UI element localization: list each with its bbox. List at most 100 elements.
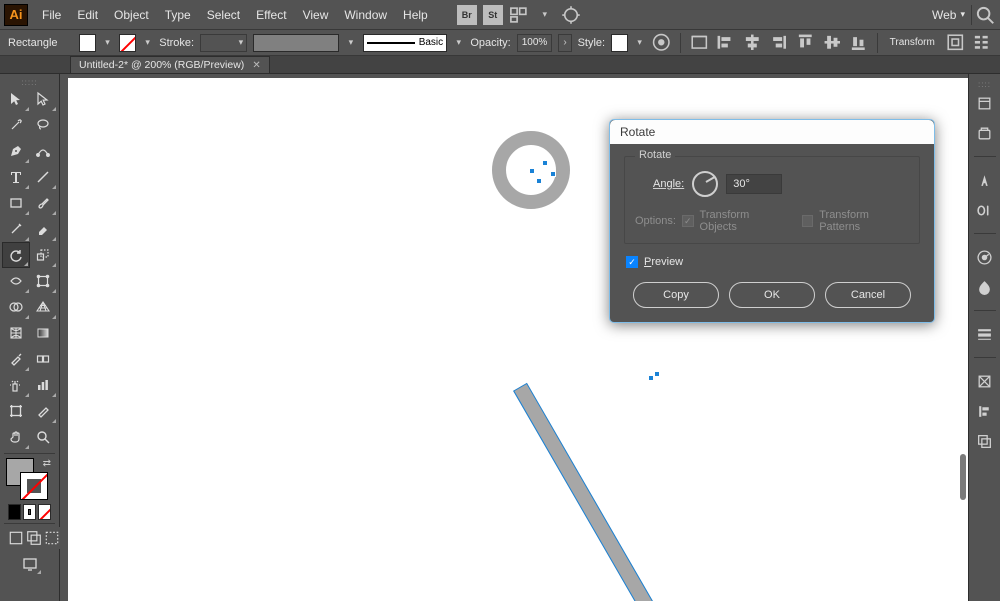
lasso-tool[interactable] <box>30 112 58 138</box>
transform-link[interactable]: Transform <box>886 37 939 48</box>
align-bottom-icon[interactable] <box>848 33 869 53</box>
chevron-down-icon[interactable]: ▾ <box>345 34 356 52</box>
arrange-docs-icon[interactable] <box>509 5 529 25</box>
preview-label[interactable]: Preview <box>644 256 683 268</box>
menu-object[interactable]: Object <box>106 4 157 26</box>
selection-tool[interactable] <box>2 86 30 112</box>
bridge-button[interactable]: Br <box>457 5 477 25</box>
shape-builder-tool[interactable] <box>2 294 30 320</box>
chevron-down-icon[interactable]: ▾ <box>453 34 464 52</box>
rectangle-tool[interactable] <box>2 190 30 216</box>
align-top-icon[interactable] <box>795 33 816 53</box>
align-to-icon[interactable] <box>689 33 710 53</box>
cancel-button[interactable]: Cancel <box>825 282 911 308</box>
menu-effect[interactable]: Effect <box>248 4 294 26</box>
perspective-grid-tool[interactable] <box>30 294 58 320</box>
artboard-tool[interactable] <box>2 398 30 424</box>
column-graph-tool[interactable] <box>30 372 58 398</box>
isolate-icon[interactable] <box>945 33 966 53</box>
menu-select[interactable]: Select <box>199 4 248 26</box>
copy-button[interactable]: Copy <box>633 282 719 308</box>
selection-handle[interactable] <box>529 168 535 174</box>
stroke-weight-dropdown[interactable]: ▾ <box>200 34 247 52</box>
fill-stroke-swatch[interactable]: ⇄ <box>6 458 53 502</box>
menu-window[interactable]: Window <box>336 4 395 26</box>
opacity-popover-toggle[interactable]: › <box>558 34 571 52</box>
align-left-icon[interactable] <box>715 33 736 53</box>
gpu-icon[interactable] <box>561 5 581 25</box>
recolor-art-icon[interactable] <box>651 33 672 53</box>
chevron-down-icon[interactable]: ▾ <box>535 5 555 25</box>
stock-button[interactable]: St <box>483 5 503 25</box>
symbol-sprayer-tool[interactable] <box>2 372 30 398</box>
variable-width-profile[interactable] <box>253 34 339 52</box>
align-hcenter-icon[interactable] <box>742 33 763 53</box>
brush-definition[interactable]: Basic <box>363 34 448 52</box>
draw-normal[interactable] <box>8 527 24 549</box>
menu-help[interactable]: Help <box>395 4 436 26</box>
symbols-panel-icon[interactable] <box>972 274 998 300</box>
gradient-tool[interactable] <box>30 320 58 346</box>
scrollbar-thumb[interactable] <box>960 454 966 500</box>
paintbrush-tool[interactable] <box>30 190 58 216</box>
transform-panel-icon[interactable] <box>972 368 998 394</box>
color-gradient[interactable] <box>23 504 36 520</box>
slice-tool[interactable] <box>30 398 58 424</box>
glyphs-panel-icon[interactable] <box>972 197 998 223</box>
stroke-panel-icon[interactable] <box>972 321 998 347</box>
shaper-tool[interactable] <box>2 216 30 242</box>
selection-handle[interactable] <box>542 160 548 166</box>
screen-mode[interactable] <box>18 553 42 575</box>
chevron-down-icon[interactable]: ▾ <box>634 34 645 52</box>
mesh-tool[interactable] <box>2 320 30 346</box>
free-transform-tool[interactable] <box>30 268 58 294</box>
align-vcenter-icon[interactable] <box>822 33 843 53</box>
draw-inside[interactable] <box>44 527 60 549</box>
eyedropper-tool[interactable] <box>2 346 30 372</box>
line-tool[interactable] <box>30 164 58 190</box>
direct-selection-tool[interactable] <box>30 86 58 112</box>
stroke-swatch[interactable] <box>119 34 136 52</box>
panel-grip[interactable]: ::::: <box>2 78 57 86</box>
magic-wand-tool[interactable] <box>2 112 30 138</box>
selection-handle[interactable] <box>654 371 660 377</box>
preview-checkbox[interactable]: ✓ <box>626 256 638 268</box>
scale-tool[interactable] <box>30 242 58 268</box>
curvature-tool[interactable] <box>30 138 58 164</box>
dialog-titlebar[interactable]: Rotate <box>610 120 934 144</box>
selection-handle[interactable] <box>550 171 556 177</box>
app-logo[interactable]: Ai <box>4 4 28 26</box>
menu-edit[interactable]: Edit <box>69 4 106 26</box>
workspace-switcher[interactable]: Web ▾ <box>928 8 969 22</box>
stroke-color[interactable] <box>20 472 48 500</box>
fill-swatch[interactable] <box>79 34 96 52</box>
rotate-tool[interactable] <box>2 242 30 268</box>
close-icon[interactable]: ✕ <box>252 60 260 71</box>
hand-tool[interactable] <box>2 424 30 450</box>
eraser-tool[interactable] <box>30 216 58 242</box>
zoom-tool[interactable] <box>30 424 58 450</box>
blend-tool[interactable] <box>30 346 58 372</box>
pen-tool[interactable] <box>2 138 30 164</box>
properties-panel-icon[interactable] <box>972 90 998 116</box>
color-solid[interactable] <box>8 504 21 520</box>
search-icon[interactable] <box>974 5 996 25</box>
document-tab[interactable]: Untitled-2* @ 200% (RGB/Preview) ✕ <box>70 56 270 73</box>
swap-fill-stroke-icon[interactable]: ⇄ <box>43 458 51 469</box>
overflow-icon[interactable] <box>971 33 992 53</box>
libraries-panel-icon[interactable] <box>972 120 998 146</box>
align-right-icon[interactable] <box>768 33 789 53</box>
type-tool[interactable] <box>2 164 30 190</box>
chevron-down-icon[interactable]: ▾ <box>142 34 153 52</box>
pathfinder-panel-icon[interactable] <box>972 428 998 454</box>
angle-dial[interactable] <box>692 171 718 197</box>
menu-type[interactable]: Type <box>157 4 199 26</box>
width-tool[interactable] <box>2 268 30 294</box>
angle-input[interactable] <box>726 174 782 194</box>
chevron-down-icon[interactable]: ▾ <box>102 34 113 52</box>
graphic-style-swatch[interactable] <box>611 34 628 52</box>
draw-behind[interactable] <box>26 527 42 549</box>
color-none[interactable] <box>38 504 51 520</box>
panel-grip[interactable]: :::: <box>973 80 997 86</box>
opacity-value[interactable]: 100% <box>517 34 553 52</box>
